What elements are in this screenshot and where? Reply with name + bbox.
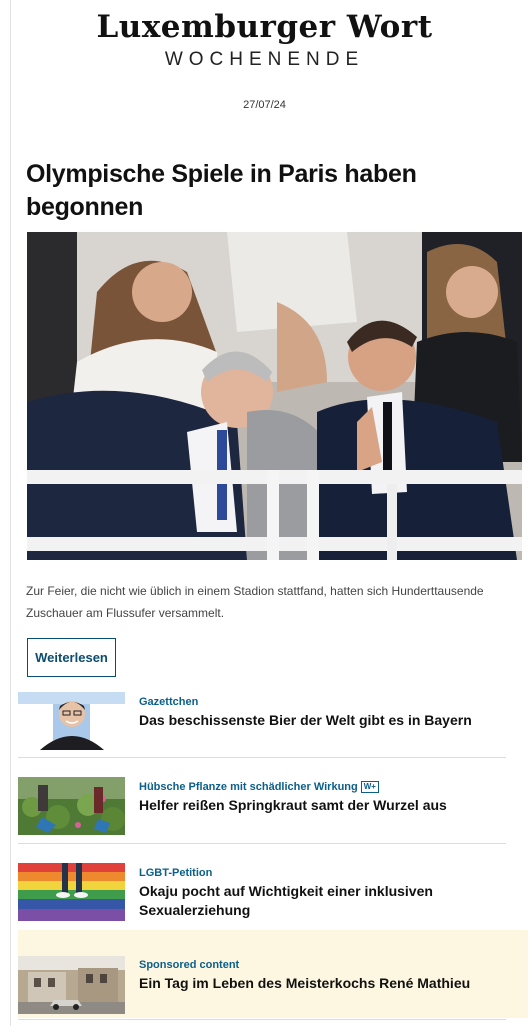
issue-date: 27/07/24 [243,99,286,111]
article-kicker: LGBT-Petition [139,867,213,879]
thumb-beer [18,692,125,750]
divider [18,843,506,844]
page-edge-line [10,0,11,1026]
divider [18,1019,506,1020]
lead-headline[interactable]: Olympische Spiele in Paris haben begonne… [26,158,506,224]
article-title[interactable]: Okaju pocht auf Wichtigkeit einer inklus… [139,882,504,920]
article-kicker: Sponsored content [139,959,240,971]
article-title[interactable]: Helfer reißen Springkraut samt der Wurze… [139,796,504,815]
read-more-button[interactable]: Weiterlesen [27,638,116,677]
divider [18,757,506,758]
lead-image[interactable] [27,232,522,560]
premium-badge: W+ [360,781,379,793]
edition-label: WOCHENENDE [164,49,365,70]
list-item-springkraut[interactable]: Hübsche Pflanze mit schädlicher Wirkung W… [18,777,508,837]
list-item-sponsored[interactable]: Sponsored content Ein Tag im Leben des M… [18,930,528,1018]
article-kicker: Gazettchen [139,696,199,708]
lead-photo [27,232,522,560]
article-title[interactable]: Das beschissenste Bier der Welt gibt es … [139,711,504,730]
masthead: Luxemburger Wort WOCHENENDE [0,8,529,72]
thumb-lgbt [18,863,125,921]
article-title[interactable]: Ein Tag im Leben des Meisterkochs René M… [139,974,504,993]
article-kicker: Hübsche Pflanze mit schädlicher Wirkung W… [139,780,504,794]
thumb-springkraut [18,777,125,835]
thumb-sponsored [18,956,125,1014]
brand-logo[interactable]: Luxemburger Wort [0,8,529,46]
lead-teaser: Zur Feier, die nicht wie üblich in einem… [26,584,484,620]
list-item-beer[interactable]: Gazettchen Das beschissenste Bier der We… [18,690,508,750]
list-item-lgbt[interactable]: LGBT-Petition Okaju pocht auf Wichtigkei… [18,862,508,924]
